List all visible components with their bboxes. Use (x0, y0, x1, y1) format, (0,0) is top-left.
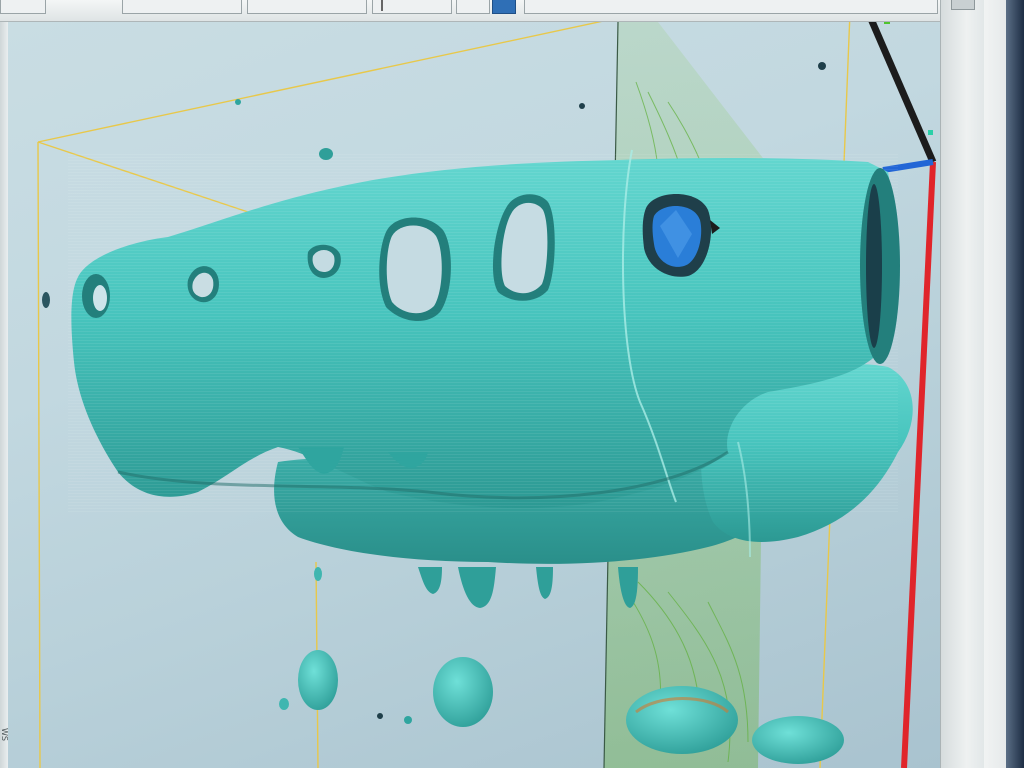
toolbar-button-2[interactable] (122, 0, 242, 14)
toolbar-button-active[interactable] (492, 0, 516, 14)
toolbar-toggle-icon (381, 0, 391, 11)
toolbar-button-3[interactable] (247, 0, 367, 14)
right-window-edge (984, 0, 1024, 768)
window-frame (1006, 0, 1024, 768)
side-tab-label[interactable]: WS (0, 728, 9, 768)
model-main-body (68, 149, 900, 558)
vertical-scrollbar[interactable] (940, 0, 984, 768)
top-toolbar (0, 0, 960, 22)
3d-viewport[interactable] (8, 22, 940, 768)
3d-scene (37, 22, 937, 768)
monitor-bezel-left (0, 0, 8, 768)
toolbar-field[interactable] (524, 0, 938, 14)
toolbar-button-4[interactable] (372, 0, 452, 14)
scrollbar-cap[interactable] (951, 0, 975, 10)
toolbar-button-1[interactable] (0, 0, 46, 14)
toolbar-button-5[interactable] (456, 0, 490, 14)
